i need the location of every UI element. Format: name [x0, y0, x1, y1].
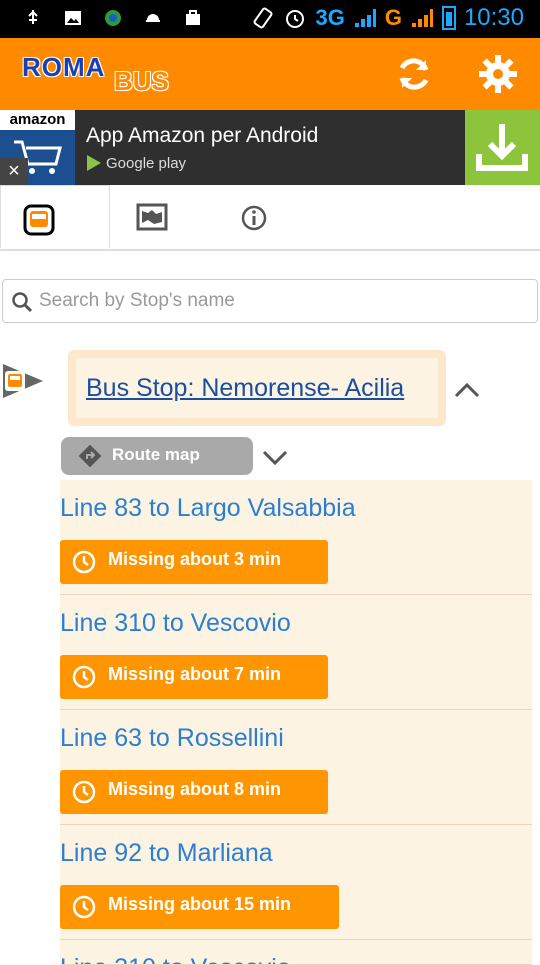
- image-icon: [65, 11, 81, 25]
- settings-gear-icon[interactable]: [476, 52, 520, 96]
- route-map-button[interactable]: Route map: [61, 437, 253, 475]
- tab-bus-stops[interactable]: [0, 185, 110, 249]
- status-bar: 3G G 10:30: [0, 0, 540, 38]
- arrival-item[interactable]: Line 83 to Largo Valsabbia Missing about…: [60, 480, 532, 595]
- bus-stop-card[interactable]: Bus Stop: Nemorense- Acilia: [68, 350, 446, 426]
- eta-badge: Missing about 7 min: [60, 655, 328, 699]
- google-play-badge: Google play: [86, 154, 186, 172]
- clock-icon: [72, 550, 96, 574]
- tab-map[interactable]: [110, 185, 220, 249]
- search-icon: [12, 292, 33, 313]
- bus-stop-marker-icon: [3, 364, 43, 398]
- line-destination: Line 83 to Largo Valsabbia: [60, 494, 356, 522]
- ad-close-icon[interactable]: ×: [0, 158, 28, 185]
- route-map-label: Route map: [112, 445, 200, 464]
- eta-text: Missing about 7 min: [108, 664, 282, 684]
- map-icon: [136, 203, 168, 231]
- eta-text: Missing about 15 min: [108, 894, 292, 914]
- line-destination: Line 92 to Marliana: [60, 839, 273, 867]
- globe-icon: [105, 10, 121, 26]
- stop-search-input[interactable]: Search by Stop's name: [2, 279, 538, 323]
- ad-banner[interactable]: amazon × App Amazon per Android Google p…: [0, 110, 540, 185]
- arrival-item[interactable]: Line 63 to Rossellini Missing about 8 mi…: [60, 710, 532, 825]
- eta-badge: Missing about 3 min: [60, 540, 328, 584]
- battery-icon: [441, 6, 456, 30]
- alarm-icon: [286, 10, 305, 28]
- logo-roma: ROMA: [22, 52, 106, 82]
- download-icon: [476, 124, 528, 171]
- directions-icon: [79, 445, 101, 467]
- usb-icon: [28, 10, 38, 24]
- collapse-chevron-up-icon[interactable]: [452, 376, 482, 402]
- line-destination: Line 310 to Vescovio: [60, 609, 291, 637]
- logo-bus: BUS: [114, 66, 169, 96]
- network-g-label: G: [384, 5, 402, 30]
- eta-badge: Missing about 15 min: [60, 885, 339, 929]
- google-play-icon: [87, 155, 101, 171]
- arrival-item[interactable]: Line 310 to Vescovio Missing about 7 min: [60, 595, 532, 710]
- signal-3g-icon: [354, 9, 376, 27]
- clock: 10:30: [463, 4, 524, 31]
- tab-info[interactable]: [220, 185, 330, 249]
- network-3g-label: 3G: [315, 5, 345, 30]
- arrivals-list: Line 83 to Largo Valsabbia Missing about…: [60, 480, 532, 965]
- arrival-item[interactable]: Line 92 to Marliana Missing about 15 min: [60, 825, 532, 940]
- refresh-icon[interactable]: [392, 52, 436, 96]
- amazon-brand: amazon: [0, 110, 75, 130]
- search-placeholder: Search by Stop's name: [39, 290, 235, 311]
- tab-bar: [0, 185, 540, 251]
- vibrate-icon: [253, 7, 273, 29]
- expand-chevron-down-icon[interactable]: [260, 444, 290, 470]
- google-play-label: Google play: [106, 154, 187, 172]
- clock-icon: [72, 895, 96, 919]
- clock-icon: [72, 665, 96, 689]
- app-logo: ROMA BUS: [22, 52, 169, 96]
- ad-download-button[interactable]: [465, 110, 540, 185]
- clock-icon: [72, 780, 96, 804]
- android-icon: [146, 14, 160, 22]
- bus-icon: [23, 204, 55, 236]
- line-destination: Line 63 to Rossellini: [60, 724, 284, 752]
- signal-g-icon: [411, 9, 433, 27]
- app-bar: ROMA BUS: [0, 38, 540, 110]
- arrival-item[interactable]: Line 310 to Vescovio: [60, 940, 532, 965]
- ad-title: App Amazon per Android: [86, 124, 319, 147]
- eta-badge: Missing about 8 min: [60, 770, 328, 814]
- bag-icon: [186, 10, 200, 25]
- info-icon: [241, 205, 267, 231]
- eta-text: Missing about 3 min: [108, 549, 282, 569]
- bus-stop-title[interactable]: Bus Stop: Nemorense- Acilia: [86, 374, 404, 403]
- eta-text: Missing about 8 min: [108, 779, 282, 799]
